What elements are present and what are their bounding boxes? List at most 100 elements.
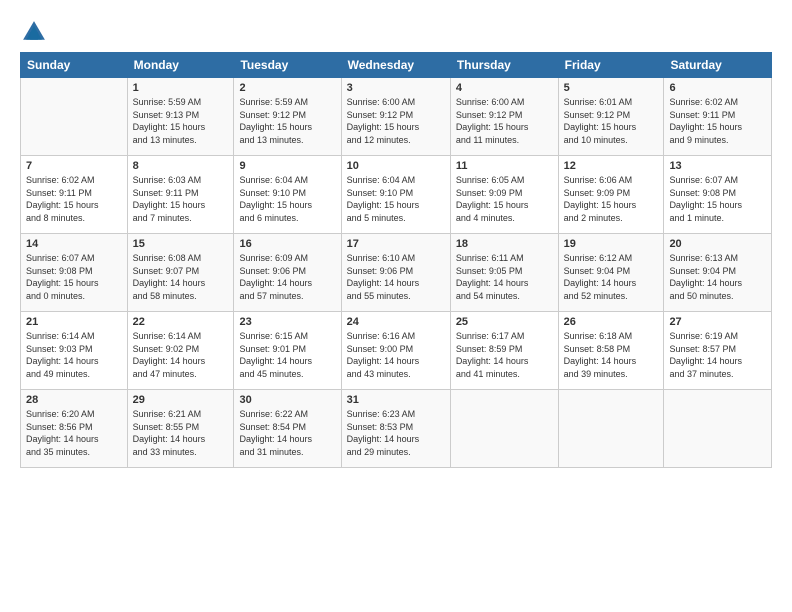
calendar-cell: 16Sunrise: 6:09 AM Sunset: 9:06 PM Dayli… bbox=[234, 234, 341, 312]
day-header: Wednesday bbox=[341, 53, 450, 78]
cell-content: Sunrise: 6:22 AM Sunset: 8:54 PM Dayligh… bbox=[239, 408, 335, 458]
day-number: 17 bbox=[347, 238, 445, 250]
day-number: 30 bbox=[239, 394, 335, 406]
calendar-cell: 5 Sunrise: 6:01 AM Sunset: 9:12 PM Daylig… bbox=[558, 78, 664, 156]
day-number: 25 bbox=[456, 316, 553, 328]
calendar-cell: 24 Sunrise: 6:16 AM Sunset: 9:00 PM Dayli… bbox=[341, 312, 450, 390]
cell-content: Sunrise: 6:15 AM Sunset: 9:01 PM Dayligh… bbox=[239, 330, 335, 380]
cell-content: Sunrise: 6:17 AM Sunset: 8:59 PM Dayligh… bbox=[456, 330, 553, 380]
calendar-cell: 15 Sunrise: 6:08 AM Sunset: 9:07 PM Dayli… bbox=[127, 234, 234, 312]
day-number: 3 bbox=[347, 82, 445, 94]
calendar-cell: 10 Sunrise: 6:04 AM Sunset: 9:10 PM Dayli… bbox=[341, 156, 450, 234]
calendar-week-row: 21 Sunrise: 6:14 AM Sunset: 9:03 PM Dayli… bbox=[21, 312, 772, 390]
calendar-cell: 2 Sunrise: 5:59 AM Sunset: 9:12 PM Daylig… bbox=[234, 78, 341, 156]
day-number: 24 bbox=[347, 316, 445, 328]
calendar-cell: 12 Sunrise: 6:06 AM Sunset: 9:09 PM Dayli… bbox=[558, 156, 664, 234]
logo-icon bbox=[20, 18, 48, 46]
calendar-cell: 9 Sunrise: 6:04 AM Sunset: 9:10 PM Daylig… bbox=[234, 156, 341, 234]
cell-content: Sunrise: 5:59 AM Sunset: 9:12 PM Dayligh… bbox=[239, 96, 335, 146]
day-number: 6 bbox=[669, 82, 766, 94]
header-row: SundayMondayTuesdayWednesdayThursdayFrid… bbox=[21, 53, 772, 78]
day-number: 18 bbox=[456, 238, 553, 250]
cell-content: Sunrise: 6:02 AM Sunset: 9:11 PM Dayligh… bbox=[26, 174, 122, 224]
day-number: 12 bbox=[564, 160, 659, 172]
day-number: 2 bbox=[239, 82, 335, 94]
day-number: 29 bbox=[133, 394, 229, 406]
cell-content: Sunrise: 6:04 AM Sunset: 9:10 PM Dayligh… bbox=[239, 174, 335, 224]
day-header: Saturday bbox=[664, 53, 772, 78]
cell-content: Sunrise: 6:12 AM Sunset: 9:04 PM Dayligh… bbox=[564, 252, 659, 302]
calendar-week-row: 28Sunrise: 6:20 AM Sunset: 8:56 PM Dayli… bbox=[21, 390, 772, 468]
day-number: 14 bbox=[26, 238, 122, 250]
cell-content: Sunrise: 6:10 AM Sunset: 9:06 PM Dayligh… bbox=[347, 252, 445, 302]
cell-content: Sunrise: 6:09 AM Sunset: 9:06 PM Dayligh… bbox=[239, 252, 335, 302]
day-number: 9 bbox=[239, 160, 335, 172]
calendar-cell: 18 Sunrise: 6:11 AM Sunset: 9:05 PM Dayli… bbox=[450, 234, 558, 312]
day-header: Sunday bbox=[21, 53, 128, 78]
day-number: 28 bbox=[26, 394, 122, 406]
calendar-cell: 28Sunrise: 6:20 AM Sunset: 8:56 PM Dayli… bbox=[21, 390, 128, 468]
day-number: 10 bbox=[347, 160, 445, 172]
calendar-cell: 20 Sunrise: 6:13 AM Sunset: 9:04 PM Dayli… bbox=[664, 234, 772, 312]
day-header: Thursday bbox=[450, 53, 558, 78]
cell-content: Sunrise: 6:16 AM Sunset: 9:00 PM Dayligh… bbox=[347, 330, 445, 380]
cell-content: Sunrise: 6:01 AM Sunset: 9:12 PM Dayligh… bbox=[564, 96, 659, 146]
cell-content: Sunrise: 5:59 AM Sunset: 9:13 PM Dayligh… bbox=[133, 96, 229, 146]
calendar-week-row: 1 Sunrise: 5:59 AM Sunset: 9:13 PM Daylig… bbox=[21, 78, 772, 156]
calendar-cell: 1 Sunrise: 5:59 AM Sunset: 9:13 PM Daylig… bbox=[127, 78, 234, 156]
day-header: Tuesday bbox=[234, 53, 341, 78]
calendar-cell: 26Sunrise: 6:18 AM Sunset: 8:58 PM Dayli… bbox=[558, 312, 664, 390]
day-number: 26 bbox=[564, 316, 659, 328]
page: SundayMondayTuesdayWednesdayThursdayFrid… bbox=[0, 0, 792, 478]
day-number: 11 bbox=[456, 160, 553, 172]
day-number: 8 bbox=[133, 160, 229, 172]
cell-content: Sunrise: 6:03 AM Sunset: 9:11 PM Dayligh… bbox=[133, 174, 229, 224]
cell-content: Sunrise: 6:02 AM Sunset: 9:11 PM Dayligh… bbox=[669, 96, 766, 146]
calendar-cell: 21 Sunrise: 6:14 AM Sunset: 9:03 PM Dayli… bbox=[21, 312, 128, 390]
calendar-cell: 8 Sunrise: 6:03 AM Sunset: 9:11 PM Daylig… bbox=[127, 156, 234, 234]
day-number: 22 bbox=[133, 316, 229, 328]
cell-content: Sunrise: 6:05 AM Sunset: 9:09 PM Dayligh… bbox=[456, 174, 553, 224]
calendar-cell: 19 Sunrise: 6:12 AM Sunset: 9:04 PM Dayli… bbox=[558, 234, 664, 312]
cell-content: Sunrise: 6:14 AM Sunset: 9:03 PM Dayligh… bbox=[26, 330, 122, 380]
calendar-cell: 13Sunrise: 6:07 AM Sunset: 9:08 PM Dayli… bbox=[664, 156, 772, 234]
calendar-cell: 14 Sunrise: 6:07 AM Sunset: 9:08 PM Dayli… bbox=[21, 234, 128, 312]
cell-content: Sunrise: 6:00 AM Sunset: 9:12 PM Dayligh… bbox=[456, 96, 553, 146]
cell-content: Sunrise: 6:21 AM Sunset: 8:55 PM Dayligh… bbox=[133, 408, 229, 458]
logo bbox=[20, 18, 52, 46]
calendar-cell: 23 Sunrise: 6:15 AM Sunset: 9:01 PM Dayli… bbox=[234, 312, 341, 390]
calendar-cell bbox=[21, 78, 128, 156]
calendar-cell: 31Sunrise: 6:23 AM Sunset: 8:53 PM Dayli… bbox=[341, 390, 450, 468]
calendar-cell bbox=[450, 390, 558, 468]
cell-content: Sunrise: 6:13 AM Sunset: 9:04 PM Dayligh… bbox=[669, 252, 766, 302]
day-number: 20 bbox=[669, 238, 766, 250]
calendar-cell: 27 Sunrise: 6:19 AM Sunset: 8:57 PM Dayli… bbox=[664, 312, 772, 390]
day-number: 27 bbox=[669, 316, 766, 328]
calendar-cell bbox=[664, 390, 772, 468]
calendar-cell: 7Sunrise: 6:02 AM Sunset: 9:11 PM Daylig… bbox=[21, 156, 128, 234]
day-number: 19 bbox=[564, 238, 659, 250]
day-number: 23 bbox=[239, 316, 335, 328]
cell-content: Sunrise: 6:00 AM Sunset: 9:12 PM Dayligh… bbox=[347, 96, 445, 146]
cell-content: Sunrise: 6:19 AM Sunset: 8:57 PM Dayligh… bbox=[669, 330, 766, 380]
cell-content: Sunrise: 6:07 AM Sunset: 9:08 PM Dayligh… bbox=[26, 252, 122, 302]
cell-content: Sunrise: 6:11 AM Sunset: 9:05 PM Dayligh… bbox=[456, 252, 553, 302]
calendar-cell: 6 Sunrise: 6:02 AM Sunset: 9:11 PM Daylig… bbox=[664, 78, 772, 156]
day-number: 21 bbox=[26, 316, 122, 328]
calendar-cell bbox=[558, 390, 664, 468]
day-header: Friday bbox=[558, 53, 664, 78]
calendar-cell: 17 Sunrise: 6:10 AM Sunset: 9:06 PM Dayli… bbox=[341, 234, 450, 312]
cell-content: Sunrise: 6:08 AM Sunset: 9:07 PM Dayligh… bbox=[133, 252, 229, 302]
day-number: 5 bbox=[564, 82, 659, 94]
cell-content: Sunrise: 6:04 AM Sunset: 9:10 PM Dayligh… bbox=[347, 174, 445, 224]
calendar-cell: 29 Sunrise: 6:21 AM Sunset: 8:55 PM Dayli… bbox=[127, 390, 234, 468]
calendar-table: SundayMondayTuesdayWednesdayThursdayFrid… bbox=[20, 52, 772, 468]
cell-content: Sunrise: 6:07 AM Sunset: 9:08 PM Dayligh… bbox=[669, 174, 766, 224]
calendar-cell: 3 Sunrise: 6:00 AM Sunset: 9:12 PM Daylig… bbox=[341, 78, 450, 156]
cell-content: Sunrise: 6:06 AM Sunset: 9:09 PM Dayligh… bbox=[564, 174, 659, 224]
day-number: 1 bbox=[133, 82, 229, 94]
calendar-cell: 4Sunrise: 6:00 AM Sunset: 9:12 PM Daylig… bbox=[450, 78, 558, 156]
calendar-cell: 11 Sunrise: 6:05 AM Sunset: 9:09 PM Dayli… bbox=[450, 156, 558, 234]
day-number: 15 bbox=[133, 238, 229, 250]
cell-content: Sunrise: 6:14 AM Sunset: 9:02 PM Dayligh… bbox=[133, 330, 229, 380]
